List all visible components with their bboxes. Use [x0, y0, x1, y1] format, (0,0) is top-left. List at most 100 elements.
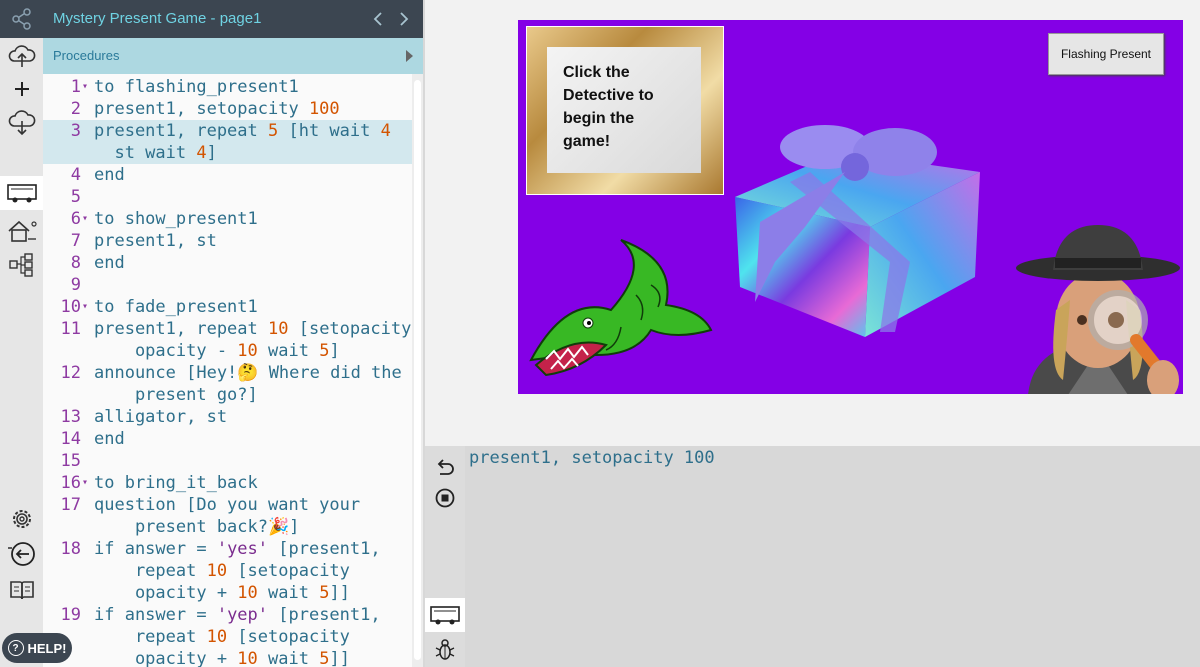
code-text: opacity + 10 wait 5]] [94, 649, 350, 667]
line-number: 1 [70, 77, 81, 97]
code-line[interactable]: 1 ▾ to flashing_present1 [43, 76, 412, 98]
code-text: repeat 10 [setopacity [94, 561, 350, 581]
code-editor[interactable]: 1 ▾ to flashing_present1 2 present1, setopac… [43, 74, 412, 667]
fold-arrow-icon[interactable]: ▾ [82, 296, 88, 318]
line-number: 17 [60, 495, 81, 515]
code-line[interactable]: opacity - 10 wait 5] [43, 340, 412, 362]
code-line[interactable]: opacity + 10 wait 5]] [43, 648, 412, 667]
line-number: 4 [70, 165, 81, 185]
fold-arrow-icon[interactable]: ▾ [82, 208, 88, 230]
code-line[interactable]: 18 if answer = 'yes' [present1, [43, 538, 412, 560]
code-text: end [94, 253, 125, 273]
upload-button[interactable] [0, 38, 43, 72]
picture-frame: Click the Detective to begin the game! [527, 27, 723, 194]
help-button[interactable]: ? HELP! [2, 633, 72, 663]
line-number: 9 [70, 275, 81, 295]
stop-button[interactable] [431, 484, 459, 512]
next-page-button[interactable] [394, 0, 414, 38]
code-text: question [Do you want your [94, 495, 361, 515]
line-number: 8 [70, 253, 81, 273]
code-line[interactable]: 15 [43, 450, 412, 472]
undo-button[interactable] [431, 452, 459, 480]
code-text: st wait 4] [94, 143, 217, 163]
undo-icon [437, 459, 454, 475]
console-command-text[interactable]: present1, setopacity 100 [469, 448, 715, 468]
code-line[interactable]: 17 question [Do you want your [43, 494, 412, 516]
download-button[interactable] [0, 106, 43, 140]
question-icon: ? [7, 640, 24, 656]
code-line[interactable]: 5 [43, 186, 412, 208]
code-text: end [94, 165, 125, 185]
code-line[interactable]: 12 announce [Hey!🤔 Where did the [43, 362, 412, 384]
tree-button[interactable] [0, 248, 43, 282]
code-line[interactable]: repeat 10 [setopacity [43, 560, 412, 582]
code-line[interactable]: 3 present1, repeat 5 [ht wait 4 [43, 120, 412, 142]
turtle-view-icon [430, 606, 460, 625]
code-line[interactable]: opacity + 10 wait 5]] [43, 582, 412, 604]
title-bar: Mystery Present Game - page1 [43, 0, 423, 38]
share-icon [12, 8, 31, 30]
line-number: 14 [60, 429, 81, 449]
previous-page-button[interactable] [368, 0, 388, 38]
procedures-tab[interactable]: Procedures [43, 38, 423, 74]
detective-sprite[interactable] [1008, 220, 1183, 394]
flashing-present-button[interactable]: Flashing Present [1048, 33, 1164, 75]
code-text: present1, repeat 5 [ht wait 4 [94, 121, 391, 141]
fold-arrow-icon[interactable]: ▾ [82, 76, 88, 98]
console-toolbar [425, 446, 465, 667]
gear-icon [12, 510, 31, 528]
code-text: if answer = 'yes' [present1, [94, 539, 381, 559]
code-line[interactable]: 9 [43, 274, 412, 296]
frame-canvas: Click the Detective to begin the game! [547, 47, 701, 173]
code-line[interactable]: st wait 4] [43, 142, 412, 164]
line-number: 15 [60, 451, 81, 471]
code-line[interactable]: 16 ▾ to bring_it_back [43, 472, 412, 494]
fold-arrow-icon[interactable]: ▾ [82, 472, 88, 494]
debug-button[interactable] [431, 636, 459, 664]
code-line[interactable]: 14 end [43, 428, 412, 450]
code-line[interactable]: 6 ▾ to show_present1 [43, 208, 412, 230]
console-turtle-view-button[interactable] [425, 598, 465, 632]
code-line[interactable]: present back?🎉] [43, 516, 412, 538]
code-text: if answer = 'yep' [present1, [94, 605, 381, 625]
code-line[interactable]: repeat 10 [setopacity [43, 626, 412, 648]
code-line[interactable]: present go?] [43, 384, 412, 406]
chevron-right-icon [400, 12, 409, 26]
chevron-left-icon [373, 12, 382, 26]
project-title[interactable]: Mystery Present Game - page1 [53, 0, 261, 38]
procedures-label: Procedures [53, 48, 120, 63]
bug-icon [435, 639, 455, 660]
line-number: 6 [70, 209, 81, 229]
code-text: repeat 10 [setopacity [94, 627, 350, 647]
book-icon [9, 581, 34, 600]
present-sprite[interactable] [730, 112, 990, 342]
share-button[interactable] [0, 0, 43, 38]
plus-icon [14, 82, 29, 96]
code-line[interactable]: 4 end [43, 164, 412, 186]
stage[interactable]: Click the Detective to begin the game! F… [518, 20, 1183, 394]
cloud-download-icon [8, 110, 35, 136]
home-button[interactable] [0, 214, 43, 248]
command-console[interactable] [425, 446, 1200, 667]
help-label: HELP! [27, 640, 67, 656]
code-line[interactable]: 2 present1, setopacity 100 [43, 98, 412, 120]
turtle-view-button[interactable] [0, 176, 43, 210]
settings-button[interactable] [0, 502, 43, 536]
code-line[interactable]: 19 if answer = 'yep' [present1, [43, 604, 412, 626]
code-text: opacity - 10 wait 5] [94, 341, 340, 361]
house-icon [7, 220, 37, 242]
code-text: to flashing_present1 [94, 77, 299, 97]
line-number: 18 [60, 539, 81, 559]
editor-scrollbar-thumb[interactable] [414, 80, 421, 660]
line-number: 5 [70, 187, 81, 207]
code-line[interactable]: 10 ▾ to fade_present1 [43, 296, 412, 318]
code-line[interactable]: 7 present1, st [43, 230, 412, 252]
exit-button[interactable] [0, 537, 43, 571]
help-book-button[interactable] [0, 573, 43, 607]
add-page-button[interactable] [0, 72, 43, 106]
expand-arrow-icon[interactable] [406, 50, 413, 62]
code-line[interactable]: 11 present1, repeat 10 [setopacity [43, 318, 412, 340]
code-line[interactable]: 8 end [43, 252, 412, 274]
alligator-sprite[interactable] [526, 235, 716, 385]
code-line[interactable]: 13 alligator, st [43, 406, 412, 428]
